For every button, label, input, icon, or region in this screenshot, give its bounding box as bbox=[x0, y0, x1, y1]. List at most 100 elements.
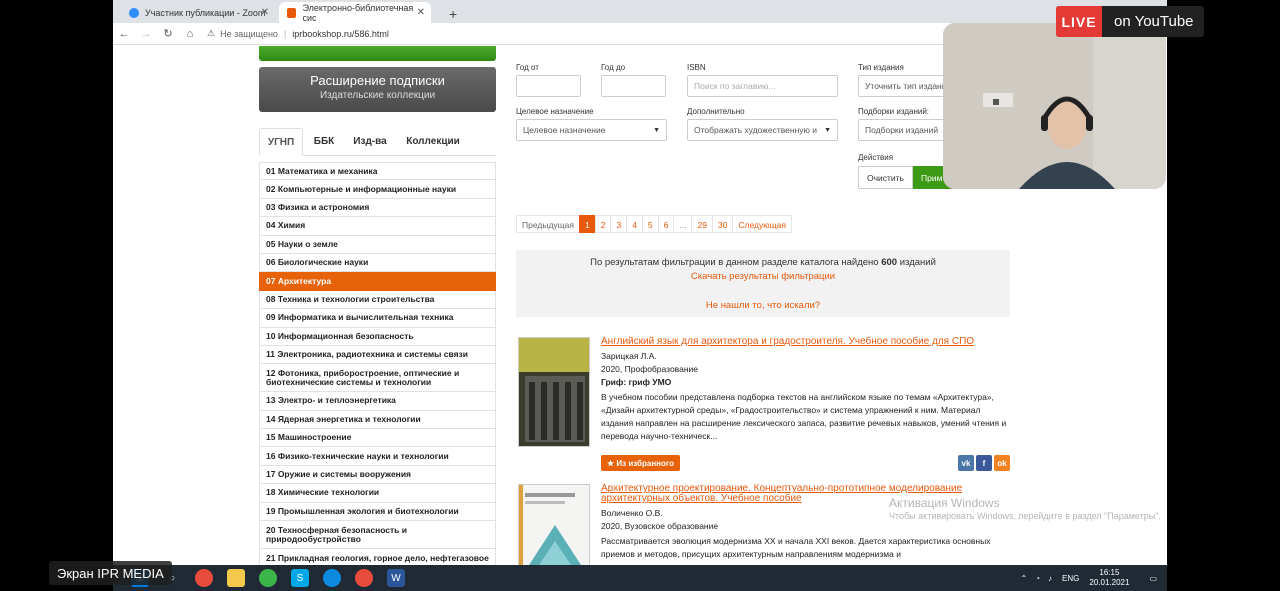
actions-label: Действия bbox=[858, 153, 894, 162]
category-item[interactable]: 15 Машиностроение bbox=[259, 429, 496, 448]
activation-subtitle: Чтобы активировать Windows, перейдите в … bbox=[889, 511, 1161, 521]
category-item[interactable]: 17 Оружие и системы вооружения bbox=[259, 465, 496, 485]
category-item[interactable]: 14 Ядерная энергетика и технологии bbox=[259, 410, 496, 430]
category-item[interactable]: 13 Электро- и теплоэнергетика bbox=[259, 392, 496, 411]
tab-bar: Участник публикации - Zoom ✕ Электронно-… bbox=[113, 0, 1167, 23]
stream-frame: Участник публикации - Zoom ✕ Электронно-… bbox=[0, 0, 1280, 591]
home-icon[interactable]: ⌂ bbox=[179, 28, 201, 40]
clear-button[interactable]: Очистить bbox=[858, 166, 913, 189]
close-icon[interactable]: ✕ bbox=[417, 7, 425, 18]
social-share: vk f ok bbox=[956, 455, 1010, 471]
tab-collections[interactable]: Коллекции bbox=[403, 128, 463, 156]
green-banner-button[interactable] bbox=[259, 46, 496, 61]
tab-bbk[interactable]: ББК bbox=[309, 128, 339, 156]
download-results-link[interactable]: Скачать результаты фильтрации bbox=[516, 271, 1010, 282]
skype-icon[interactable]: S bbox=[291, 569, 309, 587]
isbn-input[interactable]: Поиск по заглавию... bbox=[687, 75, 838, 97]
book-title-link[interactable]: Английский язык для архитектора и градос… bbox=[601, 337, 1011, 347]
year-to-input[interactable] bbox=[601, 75, 666, 97]
category-item[interactable]: 21 Прикладная геология, горное дело, неф… bbox=[259, 549, 496, 565]
back-icon[interactable]: ← bbox=[113, 28, 135, 40]
tab-label: Участник публикации - Zoom bbox=[145, 7, 266, 18]
pagination-next[interactable]: Следующая bbox=[732, 215, 792, 233]
clock[interactable]: 16:15 20.01.2021 bbox=[1089, 568, 1129, 588]
page-3[interactable]: 3 bbox=[610, 215, 628, 233]
app-icon[interactable] bbox=[259, 569, 277, 587]
category-item[interactable]: 12 Фотоника, приборостроение, оптические… bbox=[259, 364, 496, 393]
category-item[interactable]: 05 Науки о земле bbox=[259, 235, 496, 254]
chrome-active-icon[interactable] bbox=[355, 569, 373, 587]
page-30[interactable]: 30 bbox=[711, 215, 734, 233]
book-cover[interactable] bbox=[518, 337, 590, 447]
category-item[interactable]: 20 Техносферная безопасность и природооб… bbox=[259, 521, 496, 550]
not-found-link[interactable]: Не нашли то, что искали? bbox=[516, 300, 1010, 311]
facebook-icon[interactable]: f bbox=[976, 455, 992, 471]
pagination-prev[interactable]: Предыдущая bbox=[516, 215, 580, 233]
purpose-select[interactable]: Целевое назначение ▼ bbox=[516, 119, 667, 141]
collections-label: Подборки изданий: bbox=[858, 107, 930, 116]
category-item[interactable]: 06 Биологические науки bbox=[259, 253, 496, 273]
folder-icon[interactable] bbox=[227, 569, 245, 587]
tab-publishers[interactable]: Изд-ва bbox=[349, 128, 391, 156]
category-item[interactable]: 02 Компьютерные и информационные науки bbox=[259, 180, 496, 199]
notification-icon[interactable]: ▭ bbox=[1149, 574, 1157, 583]
pubtype-select[interactable]: Уточнить тип издания bbox=[858, 75, 953, 97]
reload-icon[interactable]: ↻ bbox=[157, 27, 179, 40]
forward-icon[interactable]: → bbox=[135, 28, 157, 40]
subscription-title: Расширение подписки bbox=[310, 73, 445, 88]
tab-zoom[interactable]: Участник публикации - Zoom ✕ bbox=[121, 2, 275, 23]
favorite-button[interactable]: ★ Из избранного bbox=[601, 455, 680, 471]
edge-icon[interactable] bbox=[323, 569, 341, 587]
category-item[interactable]: 01 Математика и механика bbox=[259, 162, 496, 181]
language-indicator[interactable]: ENG bbox=[1062, 574, 1079, 583]
category-item[interactable]: 10 Информационная безопасность bbox=[259, 327, 496, 346]
new-tab-button[interactable]: + bbox=[441, 3, 465, 24]
tab-iprbooks[interactable]: Электронно-библиотечная сис ✕ bbox=[279, 2, 431, 23]
category-list: 01 Математика и механика 02 Компьютерные … bbox=[259, 162, 496, 565]
category-item[interactable]: 07 Архитектура bbox=[259, 272, 496, 291]
year-to-label: Год до bbox=[601, 63, 626, 72]
chrome-icon[interactable] bbox=[195, 569, 213, 587]
subscription-button[interactable]: Расширение подписки Издательские коллекц… bbox=[259, 67, 496, 112]
wifi-icon[interactable]: ◔ bbox=[1035, 574, 1040, 583]
live-indicator: LIVE bbox=[1056, 6, 1102, 37]
tab-ugnp[interactable]: УГНП bbox=[259, 128, 303, 156]
url-field[interactable]: ⚠ Не защищено | iprbookshop.ru/586.html bbox=[207, 28, 389, 39]
extra-select[interactable]: Отображать художественную и ▼ bbox=[687, 119, 838, 141]
page-5[interactable]: 5 bbox=[641, 215, 659, 233]
page-1[interactable]: 1 bbox=[578, 215, 596, 233]
close-icon[interactable]: ✕ bbox=[261, 7, 269, 18]
chevron-up-icon[interactable]: ⌃ bbox=[1021, 574, 1028, 583]
extra-label: Дополнительно bbox=[687, 107, 745, 116]
page-29[interactable]: 29 bbox=[691, 215, 713, 233]
activation-title: Активация Windows bbox=[889, 496, 1000, 510]
odnoklassniki-icon[interactable]: ok bbox=[994, 455, 1010, 471]
category-item[interactable]: 16 Физико-технические науки и технологии bbox=[259, 447, 496, 466]
book-author: Зарицкая Л.А. bbox=[601, 351, 657, 361]
page-ellipsis: ... bbox=[673, 215, 693, 233]
results-suffix: изданий bbox=[899, 257, 936, 268]
year-from-label: Год от bbox=[516, 63, 539, 72]
book-grif: Гриф: гриф УМО bbox=[601, 377, 672, 387]
category-item[interactable]: 03 Физика и астрономия bbox=[259, 198, 496, 218]
category-item[interactable]: 08 Техника и технологии строительства bbox=[259, 290, 496, 310]
category-item[interactable]: 11 Электроника, радиотехника и системы с… bbox=[259, 345, 496, 365]
word-icon[interactable]: W bbox=[387, 569, 405, 587]
book-cover[interactable] bbox=[518, 484, 590, 565]
volume-icon[interactable]: ♪ bbox=[1048, 574, 1052, 583]
pubtype-label: Тип издания bbox=[858, 63, 904, 72]
category-item[interactable]: 09 Информатика и вычислительная техника bbox=[259, 309, 496, 328]
year-from-input[interactable] bbox=[516, 75, 581, 97]
page-6[interactable]: 6 bbox=[657, 215, 675, 233]
category-item[interactable]: 18 Химические технологии bbox=[259, 484, 496, 503]
book-cover-image bbox=[519, 485, 589, 565]
url-text[interactable]: iprbookshop.ru/586.html bbox=[292, 29, 389, 39]
collections-select[interactable]: Подборки изданий bbox=[858, 119, 953, 141]
category-item[interactable]: 19 Промышленная экология и биотехнологии bbox=[259, 502, 496, 522]
results-line: По результатам фильтрации в данном разде… bbox=[516, 257, 1010, 268]
windows-activation-watermark: Активация Windows Чтобы активировать Win… bbox=[889, 496, 1167, 522]
category-item[interactable]: 04 Химия bbox=[259, 217, 496, 236]
vk-icon[interactable]: vk bbox=[958, 455, 974, 471]
page-2[interactable]: 2 bbox=[594, 215, 612, 233]
page-4[interactable]: 4 bbox=[626, 215, 643, 233]
